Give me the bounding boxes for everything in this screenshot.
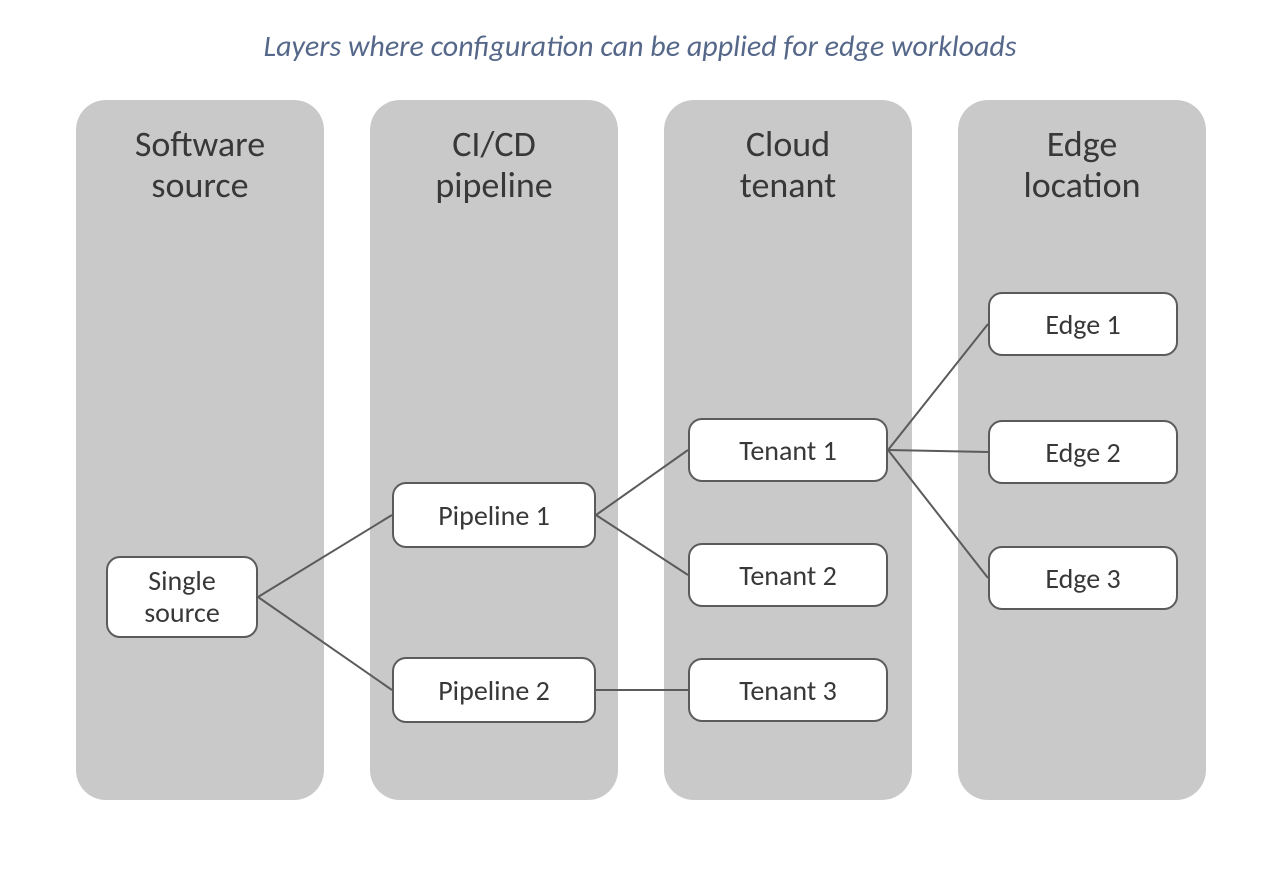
diagram-stage: Layers where configuration can be applie… [0,0,1280,880]
node-label-line2: source [144,595,220,630]
column-header-line1: CI/CD [452,122,536,166]
node-edge-3: Edge 3 [988,546,1178,610]
node-label: Pipeline 1 [438,498,550,533]
column-header-line1: Software [135,122,265,166]
column-header-line1: Cloud [746,122,830,166]
node-tenant-1: Tenant 1 [688,418,888,482]
node-label: Edge 2 [1045,435,1120,470]
node-label: Tenant 3 [739,673,837,708]
column-header-line2: pipeline [435,163,552,207]
node-pipeline-2: Pipeline 2 [392,657,596,723]
node-tenant-2: Tenant 2 [688,543,888,607]
column-header: Software source [76,124,324,207]
node-edge-1: Edge 1 [988,292,1178,356]
node-label: Pipeline 2 [438,673,550,708]
diagram-title: Layers where configuration can be applie… [0,28,1280,65]
node-single-source: Single source [106,556,258,638]
column-header: Cloud tenant [664,124,912,207]
node-tenant-3: Tenant 3 [688,658,888,722]
node-label-line1: Single [148,563,216,598]
column-header: CI/CD pipeline [370,124,618,207]
column-header-line1: Edge [1047,122,1118,166]
column-software-source: Software source [76,100,324,800]
node-label: Tenant 1 [739,433,837,468]
column-header-line2: location [1023,163,1140,207]
column-header-line2: source [151,163,248,207]
node-pipeline-1: Pipeline 1 [392,482,596,548]
column-header-line2: tenant [740,163,836,207]
node-edge-2: Edge 2 [988,420,1178,484]
node-label: Edge 1 [1045,307,1120,342]
node-label: Tenant 2 [739,558,837,593]
column-header: Edge location [958,124,1206,207]
node-label: Edge 3 [1045,561,1120,596]
